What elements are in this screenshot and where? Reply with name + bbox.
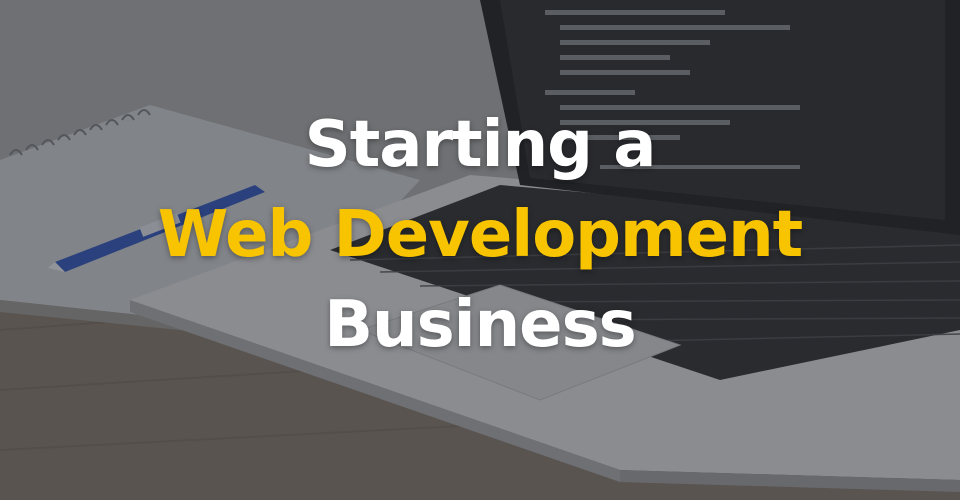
headline: Starting a Web Development Business bbox=[0, 100, 960, 370]
headline-line-1: Starting a bbox=[304, 108, 657, 182]
headline-line-2-accent: Web Development bbox=[157, 198, 803, 272]
headline-line-3: Business bbox=[324, 288, 637, 362]
hero-banner: Starting a Web Development Business bbox=[0, 0, 960, 500]
